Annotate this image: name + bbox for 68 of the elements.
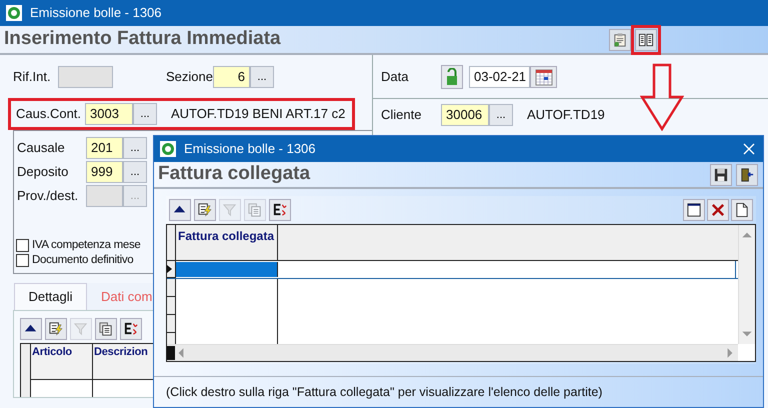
toolbar-button[interactable] (45, 318, 67, 340)
app-icon (160, 141, 176, 157)
window-title: Emissione bolle - 1306 (30, 5, 162, 21)
toolbar-button[interactable] (710, 164, 732, 186)
letter-arrows-icon (272, 202, 288, 218)
delete-icon (710, 202, 726, 218)
lookup-button[interactable]: ... (123, 161, 147, 183)
field-label: Prov./dest. (17, 188, 80, 204)
description-text: AUTOF.TD19 (527, 107, 605, 123)
new-page-icon (734, 202, 750, 218)
letter-arrows-icon (123, 321, 139, 337)
window-title: Emissione bolle - 1306 (184, 141, 316, 157)
app-icon (6, 5, 22, 21)
save-icon (713, 166, 729, 182)
dialog-heading: Fattura collegata (158, 163, 310, 186)
checkbox-label: IVA competenza mese (32, 238, 141, 252)
horizontal-scrollbar[interactable] (167, 344, 738, 361)
description-text: AUTOF.TD19 BENI ART.17 c2 (171, 106, 346, 122)
column-header[interactable]: Articolo (31, 344, 92, 380)
checkbox[interactable] (16, 254, 29, 267)
field-label: Sezione (166, 69, 213, 85)
exit-door-icon (739, 166, 755, 182)
pages-icon (98, 321, 114, 337)
field-label: Caus.Cont. (16, 106, 82, 122)
padlock-icon (446, 68, 458, 86)
toolbar-button[interactable] (194, 199, 216, 221)
field-label: Deposito (17, 164, 70, 180)
calendar-button[interactable] (530, 66, 557, 88)
input-field[interactable]: 30006 (441, 104, 489, 126)
annotation-arrow (640, 63, 684, 131)
column-header[interactable]: Fattura collegata (176, 225, 278, 260)
checkbox[interactable] (16, 239, 29, 252)
current-row-icon (167, 265, 172, 273)
toolbar-button[interactable] (120, 318, 142, 340)
tab[interactable]: Dettagli (14, 283, 87, 310)
lookup-button[interactable]: ... (250, 66, 274, 88)
grid-cell[interactable] (176, 262, 278, 277)
input-field[interactable]: 6 (213, 66, 250, 88)
list-lightning-icon (197, 202, 213, 218)
filter-icon (222, 202, 238, 218)
pages-icon (247, 202, 263, 218)
toolbar-button[interactable] (169, 199, 191, 221)
page-title: Inserimento Fattura Immediata (4, 28, 281, 51)
filter-icon (73, 321, 89, 337)
toolbar-button[interactable] (731, 199, 753, 221)
columns-icon (638, 32, 654, 48)
lookup-button[interactable]: ... (489, 104, 513, 126)
input-field[interactable]: 3003 (85, 103, 133, 125)
input-field[interactable]: 201 (86, 137, 123, 159)
date-field[interactable]: 03-02-21 (469, 66, 530, 88)
lookup-button[interactable]: ... (123, 137, 147, 159)
toolbar-button[interactable] (269, 199, 291, 221)
window-icon (686, 202, 702, 218)
lookup-button[interactable]: ... (133, 103, 157, 125)
field-label: Causale (17, 140, 66, 156)
list-lightning-icon (48, 321, 64, 337)
checkbox-label: Documento definitivo (32, 254, 134, 268)
input-field[interactable]: 999 (86, 161, 123, 183)
field-label: Cliente (381, 107, 422, 123)
field-label: Data (381, 68, 410, 84)
toolbar-button[interactable] (20, 318, 42, 340)
field-label: Rif.Int. (13, 69, 52, 85)
toolbar-button[interactable] (736, 164, 758, 186)
lock-button[interactable] (441, 64, 463, 88)
status-text: (Click destro sulla riga "Fattura collegata" per visualizzare l'elenco delle partite) (154, 376, 763, 400)
toolbar-button[interactable] (95, 318, 117, 340)
toolbar-button[interactable] (683, 199, 705, 221)
clipboard-icon (612, 32, 628, 48)
